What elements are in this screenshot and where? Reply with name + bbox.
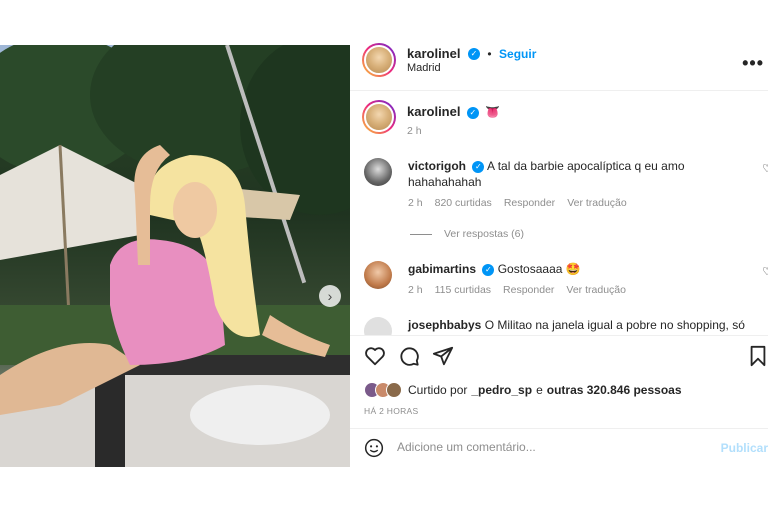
comment-time: 2 h: [408, 284, 423, 296]
view-replies-button[interactable]: Ver respostas (6): [410, 228, 524, 240]
comment-likes[interactable]: 115 curtidas: [435, 282, 491, 298]
translate-button[interactable]: Ver tradução: [566, 282, 626, 298]
post-actions: [350, 345, 768, 371]
share-icon[interactable]: [432, 345, 454, 367]
view-replies-label: Ver respostas (6): [444, 228, 524, 240]
header-divider: [350, 90, 768, 91]
post-details-panel: karolinel ✓ • Seguir Madrid ••• karoline…: [350, 43, 768, 467]
comment-input[interactable]: [397, 440, 697, 454]
follow-button[interactable]: Seguir: [499, 47, 536, 61]
comment-avatar[interactable]: [364, 158, 392, 186]
verified-icon: ✓: [467, 47, 480, 60]
translate-button[interactable]: Ver tradução: [567, 195, 627, 211]
likes-others[interactable]: outras 320.846 pessoas: [547, 383, 682, 397]
likes-user[interactable]: _pedro_sp: [471, 383, 532, 397]
comment-avatar[interactable]: [364, 317, 392, 335]
more-options-icon[interactable]: •••: [742, 53, 764, 74]
post-location[interactable]: Madrid: [407, 62, 441, 74]
post-header: karolinel ✓ • Seguir Madrid •••: [350, 43, 768, 90]
caption-username[interactable]: karolinel: [407, 104, 460, 119]
comment-likes[interactable]: 820 curtidas: [435, 195, 492, 211]
actions-divider: [350, 335, 768, 336]
verified-icon: ✓: [482, 263, 495, 276]
post-image[interactable]: ›: [0, 45, 350, 467]
heart-icon[interactable]: [364, 345, 386, 367]
bookmark-icon[interactable]: [748, 345, 768, 367]
comment-icon[interactable]: [398, 345, 420, 367]
caption-text: 👅: [485, 105, 501, 119]
author-avatar[interactable]: [362, 43, 396, 77]
liker-avatar: [386, 382, 402, 398]
likes-connector: e: [536, 383, 543, 397]
likes-summary[interactable]: Curtido por _pedro_sp e outras 320.846 p…: [364, 382, 682, 398]
carousel-next-button[interactable]: ›: [319, 285, 341, 307]
caption: karolinel ✓ 👅: [407, 104, 500, 119]
verified-icon: ✓: [472, 160, 485, 173]
comment-item: josephbabys O Militao na janela igual a …: [364, 317, 768, 335]
chevron-right-icon: ›: [327, 288, 333, 304]
comment-time: 2 h: [408, 197, 423, 209]
comment-username[interactable]: gabimartins: [408, 262, 476, 276]
post-photo-illustration: [0, 45, 350, 467]
comment-like-icon[interactable]: ♡: [762, 162, 768, 175]
verified-icon: ✓: [466, 106, 479, 119]
replies-line: [410, 233, 432, 235]
separator-dot: •: [487, 47, 492, 61]
emoji-icon[interactable]: [364, 438, 384, 458]
comment-like-icon[interactable]: ♡: [762, 265, 768, 278]
caption-avatar[interactable]: [362, 100, 396, 134]
comment-text: Gostosaaaa 🤩: [497, 262, 581, 276]
likes-prefix: Curtido por: [408, 383, 468, 397]
caption-time: 2 h: [407, 125, 422, 137]
comment-username[interactable]: victorigoh: [408, 159, 466, 173]
author-username[interactable]: karolinel: [407, 46, 460, 61]
add-comment-bar: Publicar: [350, 428, 768, 467]
comment-avatar[interactable]: [364, 261, 392, 289]
reply-button[interactable]: Responder: [504, 195, 555, 211]
publish-button[interactable]: Publicar: [721, 441, 768, 455]
post-timestamp[interactable]: HÁ 2 HORAS: [364, 406, 419, 416]
comment-username[interactable]: josephbabys: [408, 318, 481, 332]
comment-text: O Militao na janela igual a pobre no sho…: [484, 318, 745, 332]
reply-button[interactable]: Responder: [503, 282, 554, 298]
